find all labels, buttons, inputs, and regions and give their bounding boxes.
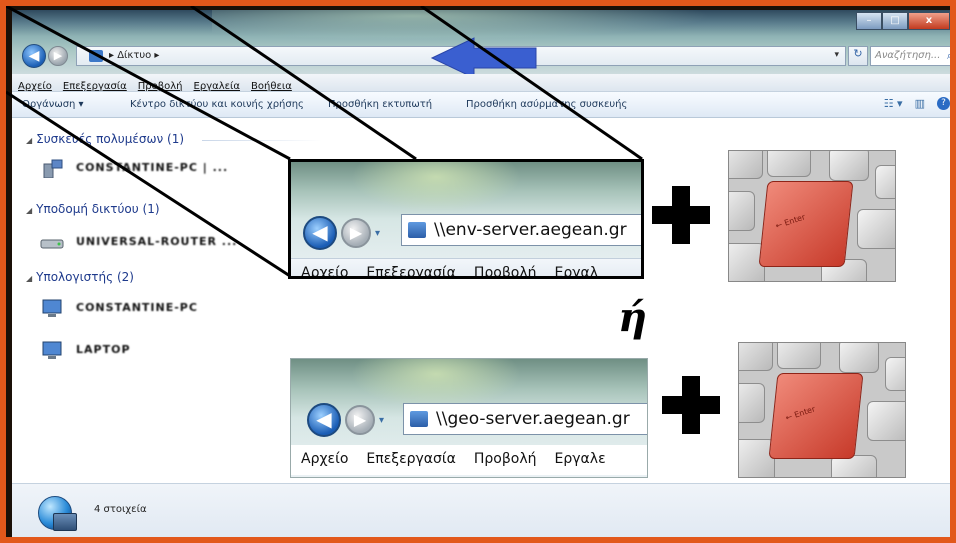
- search-placeholder: Αναζήτηση...: [875, 50, 941, 61]
- address-dropdown-icon[interactable]: ▾: [834, 50, 839, 60]
- minimize-button[interactable]: –: [856, 12, 882, 30]
- forward-arrow-icon[interactable]: ▶: [341, 218, 371, 248]
- server-address[interactable]: \\geo-server.aegean.gr: [436, 409, 630, 429]
- status-bar: 4 στοιχεία: [12, 483, 950, 537]
- network-location-icon: [89, 50, 103, 62]
- search-input[interactable]: Αναζήτηση... ⌕: [870, 46, 950, 66]
- menu-view[interactable]: Προβολή: [464, 445, 545, 467]
- zoom-callout-1: ◀ ▶ ▾ \\env-server.aegean.gr Αρχείο Επεξε…: [288, 159, 644, 279]
- maximize-button[interactable]: □: [882, 12, 908, 30]
- router-icon: [40, 239, 64, 249]
- address-field[interactable]: \\geo-server.aegean.gr: [403, 403, 647, 435]
- breadcrumb[interactable]: ▸ Δίκτυο ▸: [109, 50, 159, 61]
- chevron-down-icon[interactable]: ▾: [379, 415, 384, 426]
- menu-view[interactable]: Προβολή: [464, 259, 545, 276]
- enter-key-image-2: ← Enter: [738, 342, 906, 478]
- menu-file[interactable]: Αρχείο: [291, 259, 356, 276]
- magnifier-icon[interactable]: ⌕: [947, 49, 950, 63]
- computer-icon: [42, 341, 62, 359]
- close-button[interactable]: x: [908, 12, 950, 30]
- plus-icon: [652, 186, 710, 244]
- organize-button[interactable]: Οργάνωση ▾: [22, 99, 84, 110]
- group-title: Υποδομή δικτύου (1): [36, 202, 160, 216]
- media-device-icon: [43, 159, 63, 178]
- item-count: 4 στοιχεία: [94, 504, 147, 515]
- refresh-button[interactable]: ↻: [848, 46, 868, 66]
- menu-tools[interactable]: Εργαλε: [545, 445, 614, 467]
- add-wireless-button[interactable]: Προσθήκη ασύρματης συσκευής: [466, 99, 627, 110]
- item-label: LAPTOP: [76, 343, 131, 356]
- menu-tools[interactable]: Εργαλεία: [188, 79, 245, 92]
- menu-tools[interactable]: Εργαλ: [545, 259, 607, 276]
- group-divider: [202, 140, 322, 141]
- item-label: CONSTANTINE-PC: [76, 301, 198, 314]
- menu-bar: Αρχείο Επεξεργασία Προβολή Εργαλεία Βοήθεια: [12, 74, 950, 92]
- view-options-icon[interactable]: ☷ ▾: [884, 97, 903, 110]
- item-label: UNIVERSAL-ROUTER ...: [76, 235, 238, 248]
- network-location-icon: [408, 222, 426, 238]
- zoom-menu-bar: Αρχείο Επεξεργασία Προβολή Εργαλε: [291, 445, 647, 475]
- menu-edit[interactable]: Επεξεργασία: [356, 259, 463, 276]
- menu-view[interactable]: Προβολή: [132, 79, 188, 92]
- item-label: CONSTANTINE-PC | ...: [76, 161, 229, 174]
- view-icons: ☷ ▾ ▥ ?: [884, 97, 950, 110]
- group-header-infrastructure[interactable]: ◢ Υποδομή δικτύου (1): [26, 202, 160, 216]
- menu-help[interactable]: Βοήθεια: [245, 79, 297, 92]
- server-address[interactable]: \\env-server.aegean.gr: [434, 220, 627, 240]
- back-arrow-icon[interactable]: ◀: [303, 216, 337, 250]
- zoom-callout-2: ◀ ▶ ▾ \\geo-server.aegean.gr Αρχείο Επεξε…: [290, 358, 648, 478]
- menu-file[interactable]: Αρχείο: [291, 445, 356, 467]
- network-globe-icon: [38, 496, 77, 531]
- network-location-icon: [410, 411, 428, 427]
- forward-arrow-icon[interactable]: ▶: [48, 46, 68, 66]
- chevron-down-icon[interactable]: ▾: [375, 228, 380, 239]
- group-title: Υπολογιστής (2): [36, 270, 134, 284]
- collapse-triangle-icon[interactable]: ◢: [26, 206, 32, 215]
- list-item[interactable]: CONSTANTINE-PC: [40, 298, 340, 320]
- group-title: Συσκευές πολυμέσων (1): [36, 132, 185, 146]
- collapse-triangle-icon[interactable]: ◢: [26, 136, 32, 145]
- back-arrow-icon[interactable]: ◀: [22, 44, 46, 68]
- zoom-menu-bar: Αρχείο Επεξεργασία Προβολή Εργαλ: [291, 258, 641, 276]
- group-header-computers[interactable]: ◢ Υπολογιστής (2): [26, 270, 134, 284]
- menu-edit[interactable]: Επεξεργασία: [57, 79, 132, 92]
- back-arrow-icon[interactable]: ◀: [307, 403, 341, 437]
- command-bar: Οργάνωση ▾ Κέντρο δικτύου και κοινής χρή…: [12, 92, 950, 118]
- help-icon[interactable]: ?: [937, 97, 950, 110]
- window-controls: – □ x: [856, 12, 950, 30]
- or-label: ή: [618, 294, 648, 341]
- enter-key: [758, 181, 854, 267]
- enter-key-image-1: ← Enter: [728, 150, 896, 282]
- annotation-arrow-shape: [430, 37, 537, 79]
- plus-icon: [662, 376, 720, 434]
- menu-edit[interactable]: Επεξεργασία: [356, 445, 463, 467]
- network-center-button[interactable]: Κέντρο δικτύου και κοινής χρήσης: [130, 99, 304, 110]
- menu-file[interactable]: Αρχείο: [12, 79, 57, 92]
- computer-icon: [42, 299, 62, 317]
- add-printer-button[interactable]: Προσθήκη εκτυπωτή: [328, 99, 432, 110]
- collapse-triangle-icon[interactable]: ◢: [26, 274, 32, 283]
- preview-pane-icon[interactable]: ▥: [915, 97, 925, 110]
- enter-key: [768, 373, 864, 459]
- address-field[interactable]: \\env-server.aegean.gr: [401, 214, 641, 246]
- forward-arrow-icon[interactable]: ▶: [345, 405, 375, 435]
- outer-frame: – □ x ◀ ▶ ▸ Δίκτυο ▸ ▾ ↻ Αναζήτηση... ⌕: [0, 0, 956, 543]
- group-header-media[interactable]: ◢ Συσκευές πολυμέσων (1): [26, 132, 184, 146]
